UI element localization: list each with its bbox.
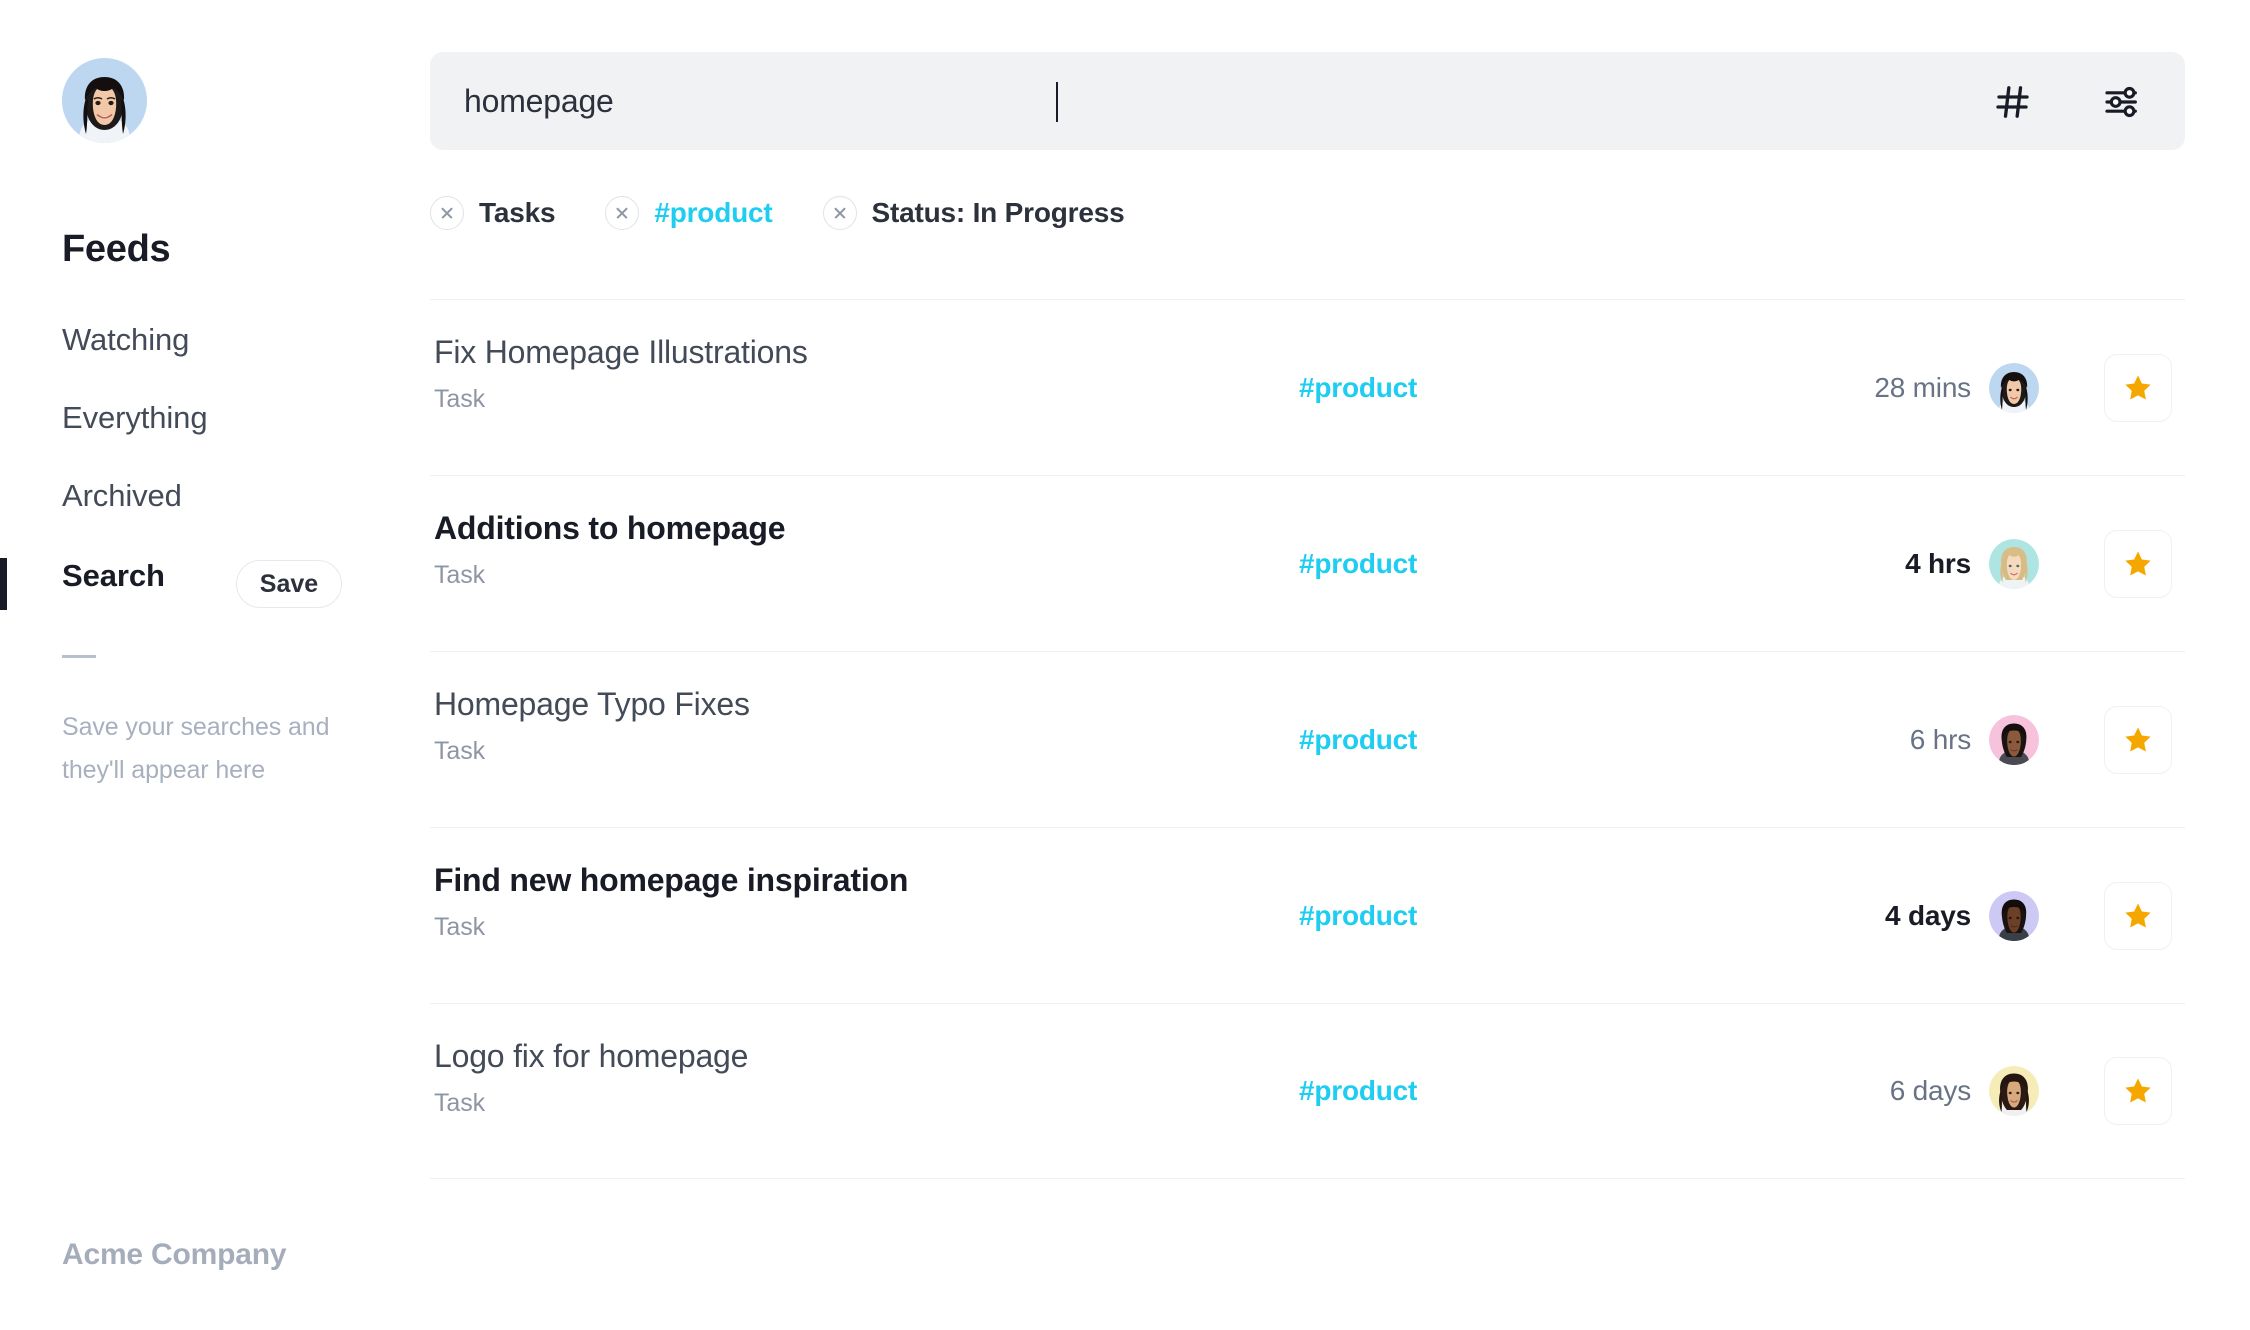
active-indicator <box>0 558 7 610</box>
row-title: Find new homepage inspiration <box>434 862 909 898</box>
filter-chip-tasks[interactable]: Tasks <box>430 196 556 230</box>
row-subtitle: Task <box>434 1089 486 1117</box>
row-timestamp: 6 hrs <box>1909 723 1971 755</box>
close-icon[interactable] <box>822 196 857 230</box>
row-text-block: Fix Homepage Illustrations Task <box>434 334 808 414</box>
row-subtitle: Task <box>434 737 486 765</box>
filter-chip-label: Status: In Progress <box>871 197 1125 228</box>
workspace-name: Acme Company <box>62 1238 287 1271</box>
star-button[interactable] <box>2104 1057 2172 1125</box>
avatar[interactable] <box>1989 538 2039 589</box>
row-subtitle: Task <box>434 913 486 941</box>
sidebar-item-archived[interactable]: Archived <box>62 478 182 514</box>
star-button[interactable] <box>2104 353 2172 422</box>
row-tag[interactable]: #product <box>1299 372 1417 404</box>
search-bar[interactable] <box>430 52 2185 150</box>
row-text-block: Additions to homepage Task <box>434 510 786 590</box>
assignee-avatar-image <box>1989 890 2039 941</box>
filter-chips: Tasks #product Status: In Progress <box>430 196 1174 230</box>
avatar[interactable] <box>1989 890 2039 941</box>
table-row[interactable]: Find new homepage inspiration Task #prod… <box>430 827 2185 1003</box>
row-tag[interactable]: #product <box>1299 724 1417 756</box>
search-input[interactable] <box>464 52 1964 150</box>
avatar[interactable] <box>1989 714 2039 765</box>
close-icon[interactable] <box>430 196 464 230</box>
row-timestamp: 28 mins <box>1874 371 1971 403</box>
save-search-button[interactable]: Save <box>236 560 342 608</box>
table-row[interactable]: Fix Homepage Illustrations Task #product… <box>430 299 2185 475</box>
star-button[interactable] <box>2104 881 2172 950</box>
page-title: Feeds <box>62 228 171 270</box>
row-title: Homepage Typo Fixes <box>434 686 750 722</box>
star-icon <box>2125 374 2151 399</box>
sidebar-item-everything[interactable]: Everything <box>62 400 208 436</box>
row-subtitle: Task <box>434 561 486 589</box>
avatar[interactable] <box>1989 1066 2039 1116</box>
sidebar-item-watching[interactable]: Watching <box>62 322 189 358</box>
filter-chip-label: Tasks <box>479 197 556 228</box>
row-title: Fix Homepage Illustrations <box>434 334 808 370</box>
row-timestamp: 4 hrs <box>1905 547 1971 579</box>
avatar[interactable] <box>62 58 147 143</box>
assignee-avatar-image <box>1989 538 2039 589</box>
sliders-icon[interactable] <box>2102 82 2142 122</box>
row-timestamp: 6 days <box>1889 1075 1971 1106</box>
filter-chip-status[interactable]: Status: In Progress <box>822 196 1125 230</box>
row-text-block: Find new homepage inspiration Task <box>434 862 908 942</box>
star-icon <box>2125 550 2151 575</box>
filter-chip-label: #product <box>654 197 773 228</box>
user-avatar-image <box>62 58 147 143</box>
star-button[interactable] <box>2104 529 2172 598</box>
divider <box>62 655 96 658</box>
row-tag[interactable]: #product <box>1299 1075 1417 1107</box>
assignee-avatar-image <box>1989 1066 2039 1116</box>
row-text-block: Logo fix for homepage Task <box>434 1038 748 1118</box>
row-tag[interactable]: #product <box>1299 900 1417 932</box>
row-tag[interactable]: #product <box>1299 548 1417 580</box>
app-root: Feeds Watching Everything Archived Searc… <box>0 0 2250 1330</box>
main-content: Tasks #product Status: In Progress Fix H… <box>430 0 2250 1330</box>
row-title: Logo fix for homepage <box>434 1038 749 1074</box>
sidebar-item-search[interactable]: Search <box>62 558 165 594</box>
assignee-avatar-image <box>1989 362 2039 413</box>
hash-icon[interactable] <box>1993 82 2033 122</box>
sidebar: Feeds Watching Everything Archived Searc… <box>0 0 430 1330</box>
close-icon[interactable] <box>605 196 640 230</box>
table-row[interactable]: Logo fix for homepage Task #product 6 da… <box>430 1003 2185 1179</box>
star-icon <box>2125 1078 2151 1103</box>
row-text-block: Homepage Typo Fixes Task <box>434 686 750 766</box>
avatar[interactable] <box>1989 362 2039 413</box>
table-row[interactable]: Additions to homepage Task #product 4 hr… <box>430 475 2185 651</box>
saved-searches-empty-hint: Save your searches and they'll appear he… <box>62 713 330 784</box>
row-title: Additions to homepage <box>434 510 786 546</box>
star-button[interactable] <box>2104 705 2172 774</box>
filter-chip-product[interactable]: #product <box>605 196 773 230</box>
search-results-list: Fix Homepage Illustrations Task #product… <box>430 299 2185 1179</box>
assignee-avatar-image <box>1989 714 2039 765</box>
text-caret <box>1056 82 1058 122</box>
table-row[interactable]: Homepage Typo Fixes Task #product 6 hrs <box>430 651 2185 827</box>
star-icon <box>2125 902 2151 927</box>
row-subtitle: Task <box>434 385 486 413</box>
row-timestamp: 4 days <box>1885 899 1971 931</box>
star-icon <box>2125 726 2151 751</box>
